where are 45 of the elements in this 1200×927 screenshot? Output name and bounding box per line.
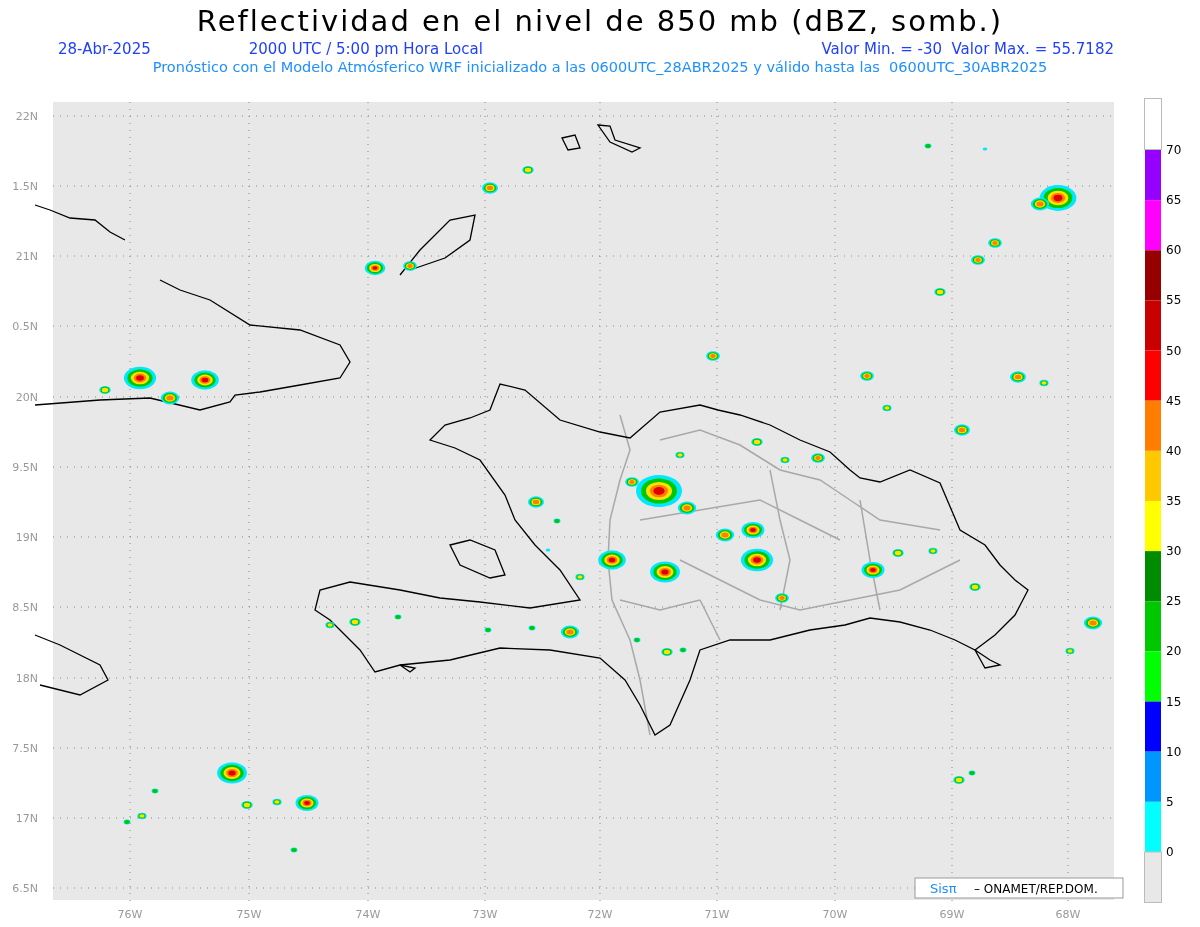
latitude-label: 21N: [15, 250, 38, 263]
colorbar-label: 5: [1166, 794, 1174, 809]
latitude-label: 8.5N: [12, 601, 38, 614]
colorbar-label: 60: [1166, 243, 1182, 258]
chart-title: Reflectividad en el nivel de 850 mb (dBZ, somb.): [196, 3, 1004, 40]
latitude-label: 7.5N: [12, 742, 38, 755]
colorbar-bottom-cap: [1144, 851, 1162, 903]
longitude-label: 75W: [236, 908, 262, 921]
longitude-label: 68W: [1055, 908, 1081, 921]
longitude-label: 73W: [472, 908, 498, 921]
longitude-label: 76W: [117, 908, 143, 921]
latitude-label: 22N: [15, 110, 38, 123]
latitude-label: 0.5N: [12, 320, 38, 333]
latitude-label: 9.5N: [12, 461, 38, 474]
colorbar-label: 15: [1166, 694, 1182, 709]
colorbar-label: 25: [1166, 594, 1182, 609]
logo-text: Sisπ: [930, 881, 957, 896]
longitude-label: 70W: [822, 908, 848, 921]
colorbar-label: 0: [1166, 844, 1174, 859]
colorbar-label: 55: [1166, 293, 1182, 308]
latitude-label: 20N: [15, 391, 38, 404]
colorbar-label: 10: [1166, 744, 1182, 759]
colorbar-label: 65: [1166, 193, 1182, 208]
longitude-label: 72W: [587, 908, 613, 921]
latitude-label: 19N: [15, 531, 38, 544]
latitude-label: 1.5N: [12, 180, 38, 193]
colorbar-top-cap: [1144, 98, 1162, 150]
latitude-label: 18N: [15, 672, 38, 685]
colorbar-label: 35: [1166, 494, 1182, 508]
colorbar-label: 70: [1166, 143, 1182, 157]
colorbar-label: 20: [1166, 644, 1182, 659]
credit-text: – ONAMET/REP.DOM.: [974, 882, 1098, 896]
latitude-label: 6.5N: [12, 882, 38, 895]
latitude-label: 17N: [15, 812, 38, 825]
colorbar-label: 45: [1166, 393, 1182, 408]
date-text: 28-Abr-2025: [58, 40, 151, 58]
colorbar-label: 50: [1166, 343, 1182, 358]
forecast-text: Pronóstico con el Modelo Atmósferico WRF inicializado a las 0600UTC_28ABR2025 y válido hasta las 0600UTC_30ABR2025: [152, 58, 1048, 76]
longitude-label: 74W: [355, 908, 381, 921]
longitude-label: 71W: [704, 908, 730, 921]
colorbar-label: 30: [1166, 544, 1182, 559]
min-max-text: Valor Min. = -30 Valor Max. = 55.7182: [821, 40, 1114, 58]
time-text: 2000 UTC / 5:00 pm Hora Local: [248, 40, 483, 58]
longitude-label: 69W: [939, 908, 965, 921]
colorbar-label: 40: [1166, 443, 1182, 458]
